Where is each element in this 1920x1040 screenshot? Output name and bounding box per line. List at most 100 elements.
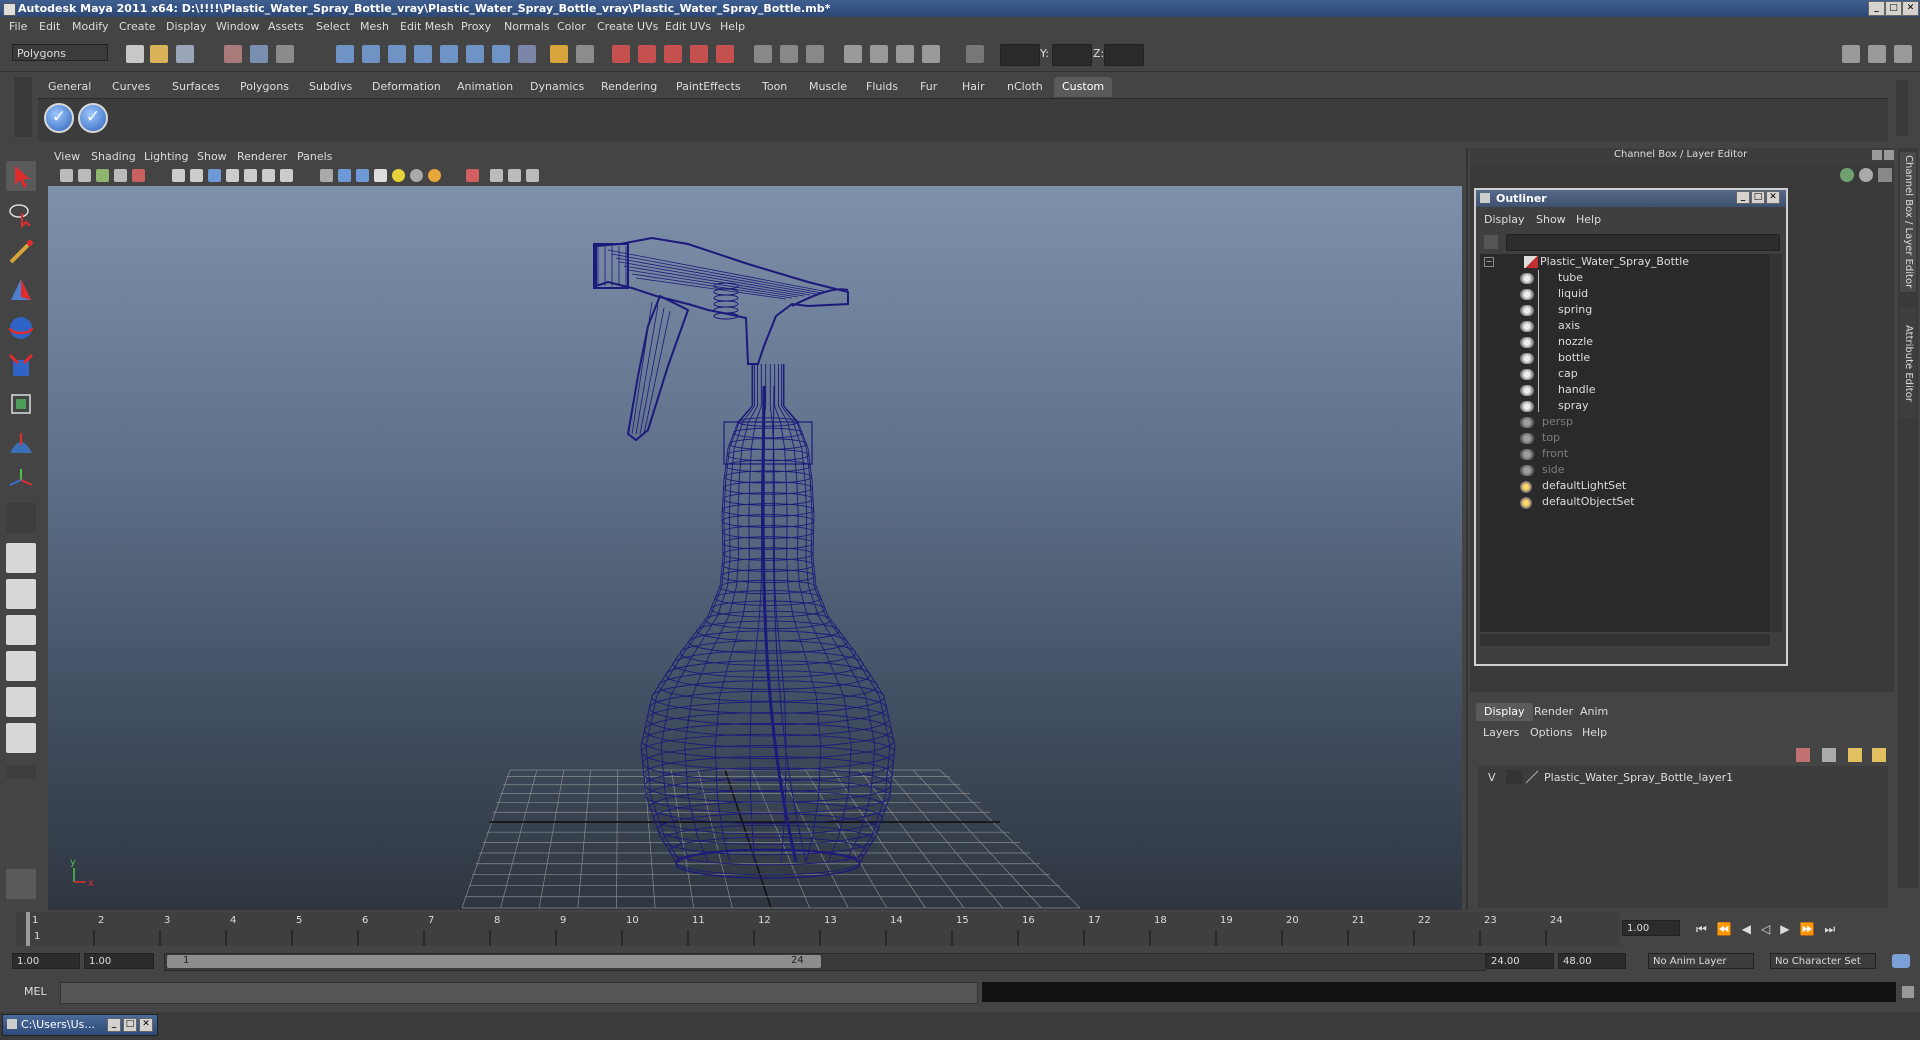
outliner-item-liquid[interactable]: liquid bbox=[1558, 287, 1588, 300]
film-gate-icon[interactable] bbox=[190, 169, 203, 182]
outliner-vertical-scrollbar[interactable] bbox=[1770, 254, 1782, 632]
layer-visibility-toggle[interactable]: V bbox=[1488, 771, 1496, 784]
snap-point-icon[interactable] bbox=[388, 45, 406, 63]
xray-active-icon[interactable] bbox=[526, 169, 539, 182]
snap-plane-icon[interactable] bbox=[414, 45, 432, 63]
outliner-item-default-light-set[interactable]: defaultLightSet bbox=[1542, 479, 1626, 492]
layer-menu-options[interactable]: Options bbox=[1530, 726, 1572, 739]
layout-graph-persp-icon[interactable] bbox=[6, 651, 36, 681]
menu-proxy[interactable]: Proxy bbox=[461, 20, 491, 33]
snap-live-icon[interactable] bbox=[466, 45, 484, 63]
menu-set-dropdown[interactable]: Polygons bbox=[12, 44, 108, 61]
shelf-tab-painteffects[interactable]: PaintEffects bbox=[676, 77, 741, 97]
wireframe-icon[interactable] bbox=[320, 169, 333, 182]
minimize-button[interactable]: _ bbox=[1868, 1, 1885, 16]
outliner-item-axis[interactable]: axis bbox=[1558, 319, 1580, 332]
layer-tab-display[interactable]: Display bbox=[1476, 703, 1533, 721]
layer-move-down-icon[interactable] bbox=[1872, 748, 1886, 762]
menu-create-uvs[interactable]: Create UVs bbox=[597, 20, 658, 33]
minimized-close-button[interactable]: ✕ bbox=[139, 1018, 153, 1032]
channel-box-icon[interactable] bbox=[1840, 168, 1854, 182]
select-tool-icon[interactable] bbox=[6, 161, 36, 191]
layout-persp-graph-icon[interactable] bbox=[6, 723, 36, 753]
menu-modify[interactable]: Modify bbox=[72, 20, 108, 33]
shelf-tab-custom[interactable]: Custom bbox=[1054, 77, 1113, 97]
outliner-item-spring[interactable]: spring bbox=[1558, 303, 1592, 316]
attribute-editor-toggle-icon[interactable] bbox=[1842, 45, 1860, 63]
select-hierarchy-icon[interactable] bbox=[224, 45, 242, 63]
viewport-menu-shading[interactable]: Shading bbox=[91, 150, 136, 163]
minimized-window-item[interactable]: C:\Users\Us... _ □ ✕ bbox=[2, 1014, 158, 1036]
layer-tab-anim[interactable]: Anim bbox=[1572, 703, 1616, 721]
default-lighting-icon[interactable] bbox=[392, 169, 405, 182]
shelf-tab-rendering[interactable]: Rendering bbox=[601, 77, 657, 97]
layout-more-icon[interactable] bbox=[6, 765, 36, 779]
shelf-scroll[interactable] bbox=[1896, 80, 1908, 136]
snap-curve-icon[interactable] bbox=[362, 45, 380, 63]
outliner-item-tube[interactable]: tube bbox=[1558, 271, 1583, 284]
show-manipulator-icon[interactable] bbox=[6, 465, 36, 495]
custom-check-button-2[interactable]: ✓ bbox=[78, 103, 108, 133]
bookmark-icon[interactable] bbox=[96, 169, 109, 182]
step-back-key-icon[interactable]: ⏪ bbox=[1717, 922, 1742, 936]
go-to-end-icon[interactable]: ⏭ bbox=[1824, 922, 1845, 936]
hypergraph-icon[interactable] bbox=[896, 45, 914, 63]
render-view-icon[interactable] bbox=[870, 45, 888, 63]
hypershade-icon[interactable] bbox=[716, 45, 734, 63]
playback-start-field[interactable]: 1.00 bbox=[84, 953, 154, 969]
step-back-frame-icon[interactable]: ◀ bbox=[1742, 922, 1761, 936]
select-highlight-icon[interactable] bbox=[576, 45, 594, 63]
soft-modification-icon[interactable] bbox=[6, 427, 36, 457]
snap-view-icon[interactable] bbox=[492, 45, 510, 63]
outliner-item-front[interactable]: front bbox=[1542, 447, 1568, 460]
menu-mesh[interactable]: Mesh bbox=[360, 20, 389, 33]
textured-icon[interactable] bbox=[374, 169, 387, 182]
smooth-shade-icon[interactable] bbox=[338, 169, 351, 182]
menu-display[interactable]: Display bbox=[166, 20, 207, 33]
shelf-tab-hair[interactable]: Hair bbox=[962, 77, 985, 97]
custom-check-button-1[interactable]: ✓ bbox=[44, 103, 74, 133]
side-tab-attribute-editor[interactable]: Attribute Editor bbox=[1900, 308, 1916, 418]
relative-transform-icon[interactable] bbox=[806, 45, 824, 63]
outliner-item-nozzle[interactable]: nozzle bbox=[1558, 335, 1593, 348]
play-backwards-icon[interactable]: ◁ bbox=[1761, 922, 1780, 936]
open-scene-icon[interactable] bbox=[150, 45, 168, 63]
perspective-viewport[interactable]: y x bbox=[48, 186, 1462, 910]
shelf-tab-dynamics[interactable]: Dynamics bbox=[530, 77, 584, 97]
image-plane-icon[interactable] bbox=[114, 169, 127, 182]
outliner-item-spray[interactable]: spray bbox=[1558, 399, 1589, 412]
outliner-horizontal-scrollbar[interactable] bbox=[1480, 634, 1770, 646]
step-forward-key-icon[interactable]: ⏩ bbox=[1799, 922, 1824, 936]
shelf-tab-surfaces[interactable]: Surfaces bbox=[172, 77, 220, 97]
menu-assets[interactable]: Assets bbox=[268, 20, 304, 33]
render-frame-icon[interactable] bbox=[638, 45, 656, 63]
menu-window[interactable]: Window bbox=[216, 20, 259, 33]
viewport-menu-renderer[interactable]: Renderer bbox=[237, 150, 287, 163]
outliner-item-cap[interactable]: cap bbox=[1558, 367, 1578, 380]
grid-toggle-icon[interactable] bbox=[172, 169, 185, 182]
move-tool-icon[interactable] bbox=[6, 275, 36, 305]
layer-move-up-icon[interactable] bbox=[1848, 748, 1862, 762]
layer-menu-layers[interactable]: Layers bbox=[1483, 726, 1519, 739]
menu-color[interactable]: Color bbox=[557, 20, 586, 33]
tool-settings-toggle-icon[interactable] bbox=[1868, 45, 1886, 63]
filter-icon[interactable] bbox=[1484, 235, 1498, 249]
render-settings-icon[interactable] bbox=[690, 45, 708, 63]
universal-manipulator-icon[interactable] bbox=[6, 389, 36, 419]
outliner-item-top[interactable]: top bbox=[1542, 431, 1560, 444]
layout-single-pane-icon[interactable] bbox=[6, 543, 36, 573]
time-slider[interactable]: 1 2 3 4 5 6 7 8 9 10 11 12 13 14 15 16 17 18 19 20 21 22 23 24 … bbox=[16, 912, 1620, 946]
rotate-tool-icon[interactable] bbox=[6, 313, 36, 343]
outliner-maximize-button[interactable]: □ bbox=[1751, 191, 1765, 204]
range-slider-handle[interactable]: 1 24 bbox=[167, 955, 821, 968]
outliner-menu-display[interactable]: Display bbox=[1484, 213, 1525, 226]
outliner-close-button[interactable]: ✕ bbox=[1766, 191, 1780, 204]
menu-normals[interactable]: Normals bbox=[504, 20, 550, 33]
resolution-gate-icon[interactable] bbox=[208, 169, 221, 182]
shelf-tab-fluids[interactable]: Fluids bbox=[866, 77, 898, 97]
outliner-window[interactable]: Outliner _ □ ✕ Display Show Help − Plast… bbox=[1474, 188, 1788, 666]
menu-edit-mesh[interactable]: Edit Mesh bbox=[400, 20, 454, 33]
shelf-tab-polygons[interactable]: Polygons bbox=[240, 77, 289, 97]
current-frame-field[interactable]: 1.00 bbox=[1622, 920, 1680, 936]
numeric-input-icon[interactable] bbox=[966, 45, 984, 63]
